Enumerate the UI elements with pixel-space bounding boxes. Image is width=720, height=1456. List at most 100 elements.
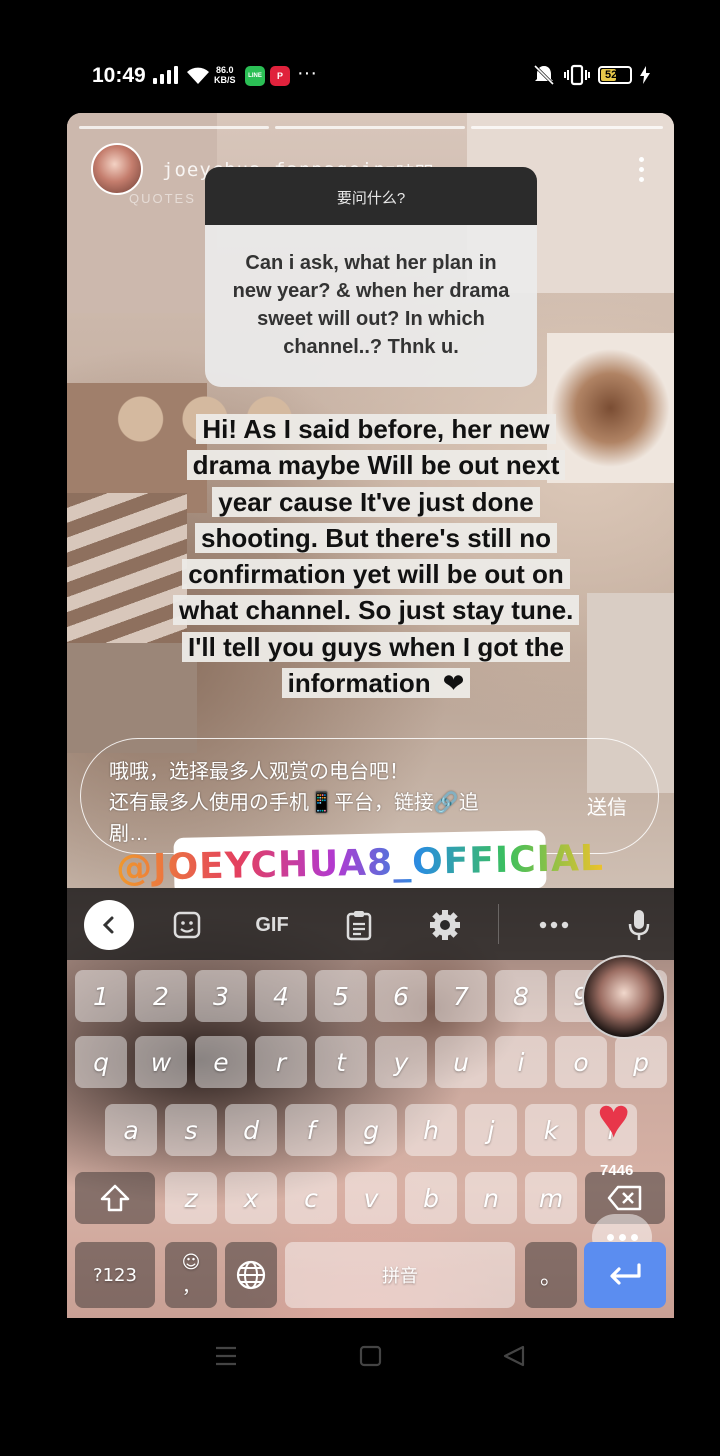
heart-icon[interactable]: ♥	[597, 1090, 630, 1146]
network-speed-unit: KB/S	[214, 75, 236, 85]
key-y[interactable]: y	[375, 1036, 427, 1088]
shift-icon	[100, 1184, 130, 1212]
navigation-bar	[0, 1318, 720, 1456]
shift-key[interactable]	[75, 1172, 155, 1224]
key-5[interactable]: 5	[315, 970, 367, 1022]
language-key[interactable]	[225, 1242, 277, 1308]
line-app-icon: LINE	[245, 66, 265, 86]
key-n[interactable]: n	[465, 1172, 517, 1224]
key-u[interactable]: u	[435, 1036, 487, 1088]
battery-icon: 52	[598, 66, 632, 84]
microphone-icon	[628, 910, 650, 940]
profile-avatar[interactable]	[91, 143, 143, 195]
key-t[interactable]: t	[315, 1036, 367, 1088]
story-progress-2	[275, 126, 465, 129]
question-text: Can i ask, what her plan in new year? & …	[232, 252, 510, 358]
network-speed: 86.0 KB/S	[214, 65, 236, 85]
smiley-icon: ☺	[181, 1251, 201, 1273]
key-q[interactable]: q	[75, 1036, 127, 1088]
key-g[interactable]: g	[345, 1104, 397, 1156]
gear-icon	[430, 910, 460, 940]
background-tile	[67, 493, 187, 643]
key-e[interactable]: e	[195, 1036, 247, 1088]
line-app-label: LINE	[248, 73, 262, 79]
key-j[interactable]: j	[465, 1104, 517, 1156]
more-options-icon[interactable]	[639, 157, 644, 182]
key-p[interactable]: p	[615, 1036, 667, 1088]
status-bar: 10:49 86.0 KB/S LINE P ··· 52	[0, 0, 720, 110]
key-h[interactable]: h	[405, 1104, 457, 1156]
answer-text-block: Hi! As I said before, her new drama mayb…	[173, 411, 580, 701]
status-right-group: 52	[532, 64, 650, 86]
key-i[interactable]: i	[495, 1036, 547, 1088]
emoji-comma-key[interactable]: ☺ ，	[165, 1242, 217, 1308]
key-8[interactable]: 8	[495, 970, 547, 1022]
voice-input-button[interactable]	[614, 900, 664, 950]
backspace-icon	[607, 1185, 642, 1211]
key-v[interactable]: v	[345, 1172, 397, 1224]
wifi-icon	[187, 67, 209, 84]
clipboard-button[interactable]	[334, 900, 384, 950]
story-progress-3	[471, 126, 663, 129]
heart-emoji: ❤	[436, 668, 471, 699]
key-c[interactable]: c	[285, 1172, 337, 1224]
key-k[interactable]: k	[525, 1104, 577, 1156]
keyboard-collapse-button[interactable]	[84, 900, 134, 950]
clipboard-icon	[346, 911, 372, 941]
globe-icon	[236, 1260, 266, 1290]
settings-button[interactable]	[420, 900, 470, 950]
enter-key[interactable]	[584, 1242, 666, 1308]
sticker-icon	[173, 911, 201, 939]
question-sticker: Can i ask, what her plan in new year? & …	[205, 225, 537, 387]
home-icon[interactable]	[359, 1345, 383, 1367]
question-sticker-header: 要问什么?	[205, 167, 537, 225]
background-tile	[67, 113, 217, 313]
status-time: 10:49	[92, 64, 146, 87]
key-w[interactable]: w	[135, 1036, 187, 1088]
more-notifications-icon: ···	[297, 62, 317, 84]
space-key[interactable]: 拼音	[285, 1242, 515, 1308]
key-7[interactable]: 7	[435, 970, 487, 1022]
key-f[interactable]: f	[285, 1104, 337, 1156]
live-viewer-avatar[interactable]	[582, 955, 666, 1039]
send-button[interactable]: 送信	[587, 791, 627, 820]
reply-line-2: 还有最多人使用の手机📱平台，链接🔗追	[109, 792, 479, 814]
story-progress-1	[79, 126, 269, 129]
keyboard: GIF 1 2 3 4 5 6 7 8 9 0 q w e r t y u i …	[67, 888, 674, 1318]
recent-apps-icon[interactable]	[214, 1345, 238, 1367]
pinterest-app-icon: P	[270, 66, 290, 86]
key-b[interactable]: b	[405, 1172, 457, 1224]
gif-button[interactable]: GIF	[247, 900, 297, 950]
network-speed-value: 86.0	[215, 65, 234, 75]
mute-icon	[533, 64, 555, 86]
answer-text: Hi! As I said before, her new drama mayb…	[173, 414, 580, 699]
key-x[interactable]: x	[225, 1172, 277, 1224]
key-4[interactable]: 4	[255, 970, 307, 1022]
key-o[interactable]: o	[555, 1036, 607, 1088]
key-a[interactable]: a	[105, 1104, 157, 1156]
like-count: 7446	[600, 1162, 634, 1179]
back-icon[interactable]	[502, 1345, 526, 1367]
key-z[interactable]: z	[165, 1172, 217, 1224]
key-r[interactable]: r	[255, 1036, 307, 1088]
symbols-key[interactable]: ?123	[75, 1242, 155, 1308]
key-m[interactable]: m	[525, 1172, 577, 1224]
key-d[interactable]: d	[225, 1104, 277, 1156]
key-3[interactable]: 3	[195, 970, 247, 1022]
battery-level: 52	[605, 69, 618, 81]
signal-icon	[153, 66, 178, 84]
key-6[interactable]: 6	[375, 970, 427, 1022]
mention-sticker[interactable]: @JOEYCHUA8_OFFICIAL	[116, 830, 604, 896]
vibrate-icon	[564, 64, 590, 86]
pinterest-app-label: P	[276, 71, 283, 81]
period-key[interactable]: 。	[525, 1242, 577, 1308]
chevron-left-icon	[102, 916, 114, 934]
key-1[interactable]: 1	[75, 970, 127, 1022]
more-tools-button[interactable]	[529, 900, 579, 950]
key-s[interactable]: s	[165, 1104, 217, 1156]
sticker-button[interactable]	[162, 900, 212, 950]
story-sublabel: QUOTES	[129, 191, 196, 206]
mention-text: @JOEYCHUA8_OFFICIAL	[115, 837, 605, 889]
key-2[interactable]: 2	[135, 970, 187, 1022]
enter-icon	[610, 1263, 641, 1285]
